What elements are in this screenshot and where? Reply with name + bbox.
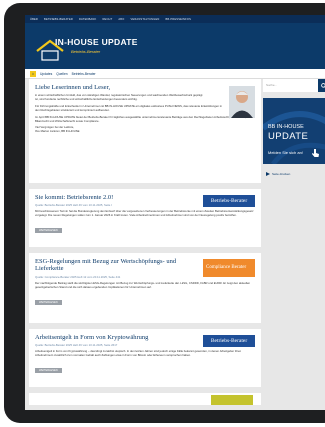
article-excerpt: Arbeitsentgelt in Form von Kryptowährung… [35, 349, 242, 358]
main-column: Liebe Leserinnen und Leser, in einem wir… [29, 79, 261, 405]
search-box[interactable]: Suche... [263, 79, 325, 92]
signup-promo-banner[interactable]: BB IN-HOUSE UPDATE Melden Sie sich an! [263, 98, 325, 164]
sidebar: Suche... BB IN-HOUSE UPDATE Melden Sie s… [263, 79, 325, 176]
nav-item-betriebs-berater[interactable]: BETRIEBS-BERATER [44, 18, 73, 21]
promo-line-1: BB IN-HOUSE [268, 124, 304, 130]
source-badge: Betriebs-Berater [203, 335, 255, 347]
article-excerpt: Der nachfolgende Beitrag stellt die wich… [35, 280, 251, 289]
article-title[interactable]: Arbeitsentgelt in Form von Kryptowährung [35, 334, 195, 341]
breadcrumb-item-quellen[interactable]: Quellen [56, 72, 67, 76]
search-icon [320, 82, 325, 88]
source-badge: Compliance Berater [203, 259, 255, 277]
read-more-button[interactable]: WEITERLESEN [35, 228, 62, 234]
article-title[interactable]: ESG-Regelungen mit Bezug zur Wertschöpfu… [35, 258, 195, 273]
content-area: Liebe Leserinnen und Leser, in einem wir… [25, 79, 325, 410]
brand-logo[interactable]: IN-HOUSE UPDATE Betriebs-Berater [35, 31, 137, 63]
promo-line-2: UPDATE [268, 131, 309, 142]
pointer-hand-icon [312, 149, 319, 157]
person-icon [229, 86, 255, 118]
read-more-button[interactable]: WEITERLESEN [35, 368, 62, 374]
read-more-button[interactable]: WEITERLESEN [35, 299, 62, 305]
nav-item-veranstaltungen[interactable]: VERANSTALTUNGEN [130, 18, 159, 21]
browser-screen: ÜBER BETRIEBS-BERATER DATENBANK RECHT AB… [25, 15, 325, 410]
promo-signup-link[interactable]: Melden Sie sich an! [268, 150, 303, 155]
nav-item-datenbank[interactable]: DATENBANK [79, 18, 96, 21]
nav-item-about[interactable]: ÜBER [30, 18, 38, 21]
article-card: Sie kommt: Betriebsrente 2.0! Betriebs-B… [29, 189, 261, 247]
welcome-card: Liebe Leserinnen und Leser, in einem wir… [29, 79, 261, 183]
home-icon[interactable]: ⌂ [30, 70, 36, 77]
chevron-right-icon [266, 172, 270, 176]
editor-portrait [229, 86, 255, 118]
welcome-title: Liebe Leserinnen und Leser, [35, 84, 111, 91]
breadcrumb: ⌂ Updates Quellen Betriebs-Berater [25, 69, 325, 79]
welcome-paragraph-1: in einem wirtschaftlichen Umfeld, das vo… [35, 93, 203, 101]
search-button[interactable] [318, 79, 325, 92]
nav-item-presseinfos[interactable]: BB-PRESSEINFOS [165, 18, 191, 21]
top-navigation: ÜBER BETRIEBS-BERATER DATENBANK RECHT AB… [25, 15, 325, 23]
brand-title: IN-HOUSE UPDATE [55, 37, 138, 47]
brand-subtitle: Betriebs-Berater [71, 49, 101, 54]
article-card: Arbeitsentgelt in Form von Kryptowährung… [29, 329, 261, 387]
print-page-label: Seite drucken [272, 172, 291, 176]
source-badge [211, 395, 253, 405]
welcome-paragraph-3: Im April BB IN-HOUSE UPDATE bietet der B… [35, 114, 246, 123]
welcome-signature: Ihre Marion Jantzen, BB IN-HOUSE [35, 129, 80, 134]
breadcrumb-item-updates[interactable]: Updates [40, 72, 52, 76]
welcome-paragraph-2: Für Führungskräfte und Entscheider in Un… [35, 103, 222, 112]
source-badge: Betriebs-Berater [203, 195, 255, 207]
breadcrumb-item-betriebs-berater[interactable]: Betriebs-Berater [72, 72, 96, 76]
search-input[interactable]: Suche... [266, 83, 277, 87]
article-title[interactable]: Sie kommt: Betriebsrente 2.0! [35, 194, 195, 201]
nav-item-abo[interactable]: ABO [118, 18, 124, 21]
header-banner: IN-HOUSE UPDATE Betriebs-Berater [25, 23, 325, 69]
nav-item-recht[interactable]: RECHT [102, 18, 112, 21]
article-card [29, 393, 261, 405]
print-page-link[interactable]: Seite drucken [263, 172, 325, 176]
article-card: ESG-Regelungen mit Bezug zur Wertschöpfu… [29, 253, 261, 323]
article-excerpt: Mit beschlossenem Termin hat die Bundesr… [35, 209, 254, 218]
